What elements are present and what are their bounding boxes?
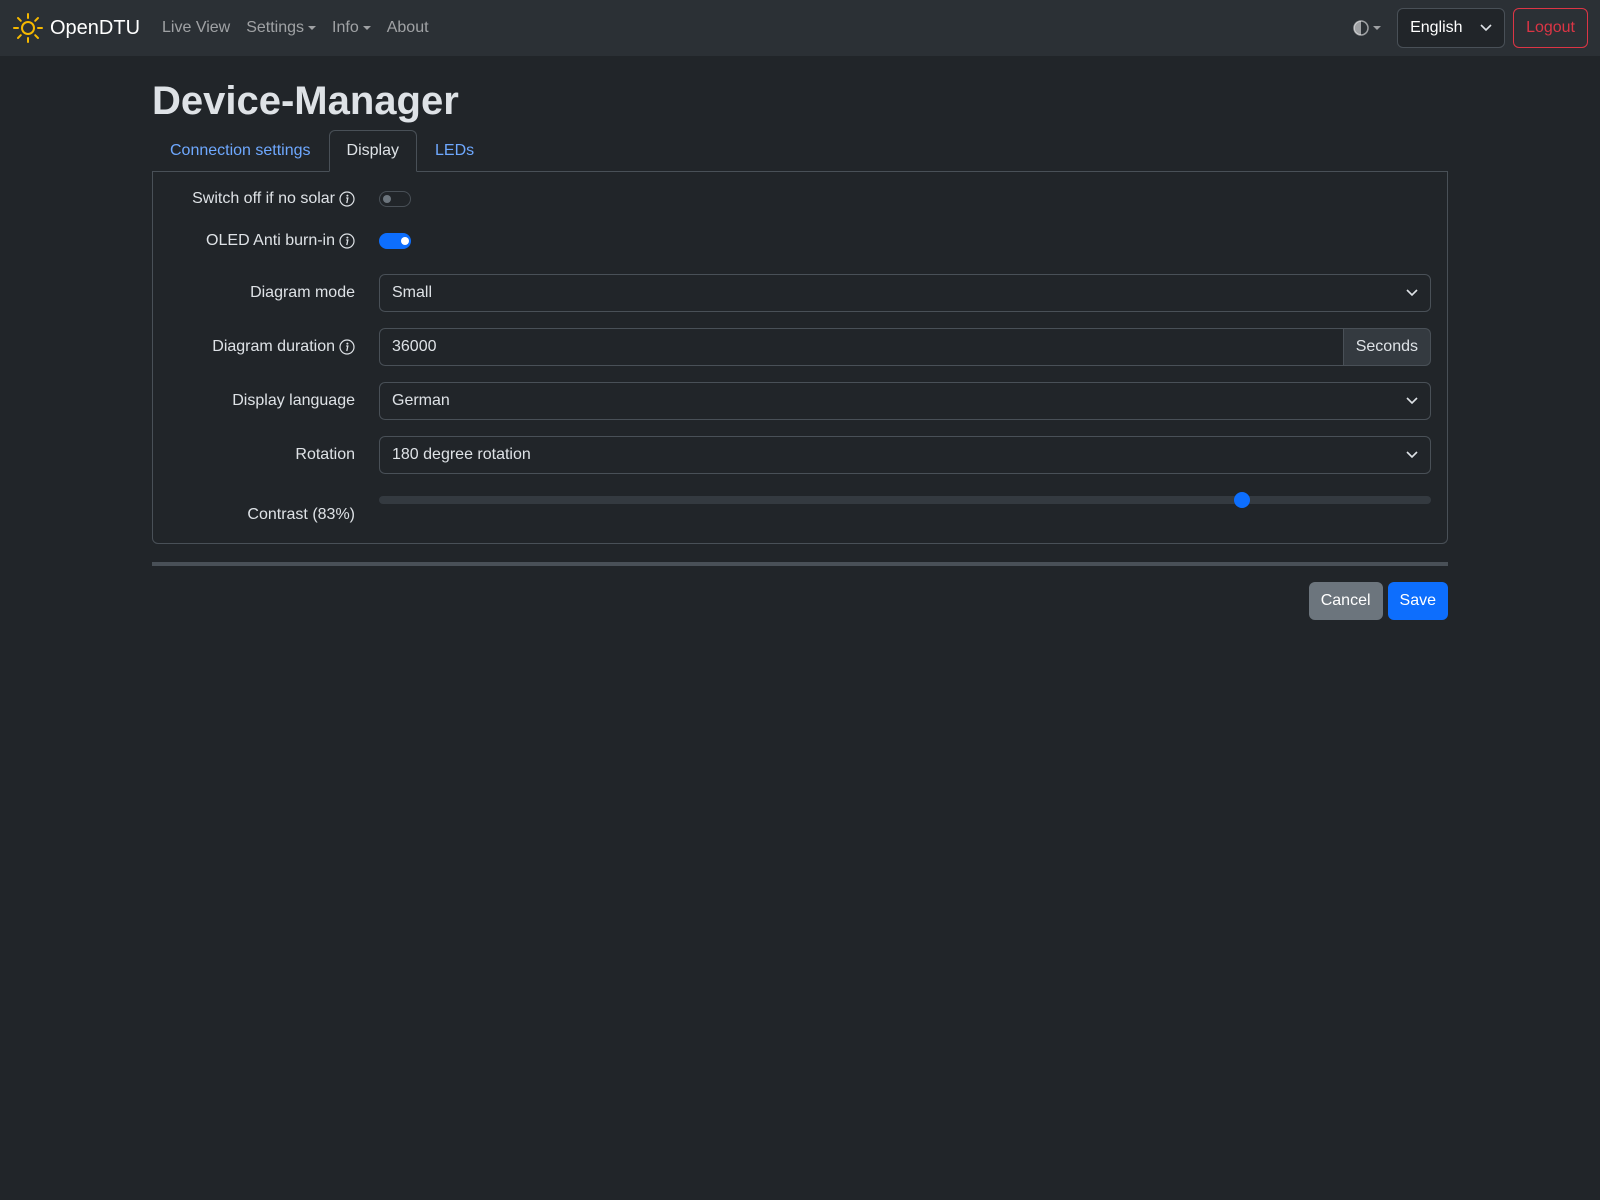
diagram-mode-field: Small bbox=[379, 274, 1431, 312]
nav-about-label: About bbox=[386, 19, 429, 36]
diagram-mode-label: Diagram mode bbox=[250, 284, 355, 301]
nav-settings-label: Settings bbox=[246, 19, 305, 36]
tab-connection-settings[interactable]: Connection settings bbox=[152, 130, 329, 171]
form-actions: Cancel Save bbox=[152, 582, 1448, 620]
nav-right: English Logout bbox=[1353, 8, 1588, 48]
display-language-field: German bbox=[379, 382, 1431, 420]
caret-down-icon bbox=[308, 26, 317, 30]
row-diagram-duration: Diagram duration 36000 Seconds bbox=[169, 328, 1431, 366]
diagram-mode-value: Small bbox=[392, 284, 433, 301]
caret-down-icon bbox=[362, 26, 371, 30]
diagram-duration-unit: Seconds bbox=[1343, 328, 1431, 366]
oled-anti-burn-in-toggle[interactable] bbox=[379, 233, 411, 249]
logout-button[interactable]: Logout bbox=[1513, 8, 1588, 48]
slider-track bbox=[379, 496, 1431, 504]
rotation-select[interactable]: 180 degree rotation bbox=[379, 436, 1431, 474]
diagram-mode-label-wrap: Diagram mode bbox=[169, 284, 379, 302]
nav-live-view-label: Live View bbox=[162, 19, 231, 36]
slider-thumb[interactable] bbox=[1233, 492, 1250, 508]
nav-info-label: Info bbox=[332, 19, 359, 36]
display-settings-panel: Switch off if no solar OLED Anti burn-in bbox=[152, 172, 1448, 544]
row-anti-burn: OLED Anti burn-in bbox=[169, 226, 1431, 256]
nav-about[interactable]: About bbox=[379, 11, 437, 45]
tab-leds[interactable]: LEDs bbox=[417, 130, 492, 171]
theme-toggle[interactable] bbox=[1353, 20, 1382, 36]
caret-down-icon bbox=[1373, 26, 1382, 30]
nav-settings[interactable]: Settings bbox=[238, 11, 324, 45]
display-language-label: Display language bbox=[232, 392, 355, 409]
half-circle-icon bbox=[1353, 20, 1369, 36]
sun-icon bbox=[13, 13, 43, 43]
diagram-duration-input[interactable]: 36000 bbox=[379, 328, 1344, 366]
row-switch-off: Switch off if no solar bbox=[169, 184, 1431, 214]
main-container: Device-Manager Connection settings Displ… bbox=[152, 56, 1448, 620]
page-title: Device-Manager bbox=[152, 79, 459, 123]
switch-off-no-solar-toggle[interactable] bbox=[379, 191, 411, 207]
tab-display[interactable]: Display bbox=[328, 130, 417, 172]
language-select[interactable]: English bbox=[1397, 8, 1506, 48]
nav-live-view[interactable]: Live View bbox=[154, 11, 238, 45]
diagram-duration-field: 36000 Seconds bbox=[379, 328, 1431, 366]
contrast-label-wrap: Contrast (83%) bbox=[169, 506, 379, 528]
row-contrast: Contrast (83%) bbox=[169, 490, 1431, 528]
tab-bar: Connection settings Display LEDs bbox=[152, 130, 1448, 172]
brand-name: OpenDTU bbox=[50, 16, 141, 39]
display-language-select[interactable]: German bbox=[379, 382, 1431, 420]
toggle-knob bbox=[401, 237, 409, 245]
switch-off-label-wrap: Switch off if no solar bbox=[169, 190, 379, 208]
nav-info[interactable]: Info bbox=[324, 11, 379, 45]
rotation-label: Rotation bbox=[295, 446, 355, 463]
rotation-value: 180 degree rotation bbox=[392, 446, 531, 463]
anti-burn-label: OLED Anti burn-in bbox=[206, 232, 335, 249]
contrast-slider[interactable] bbox=[379, 490, 1431, 510]
row-rotation: Rotation 180 degree rotation bbox=[169, 436, 1431, 474]
contrast-label: Contrast (83%) bbox=[247, 506, 355, 523]
divider bbox=[152, 562, 1448, 566]
diagram-duration-label-wrap: Diagram duration bbox=[169, 338, 379, 356]
cancel-button[interactable]: Cancel bbox=[1308, 582, 1383, 620]
rotation-field: 180 degree rotation bbox=[379, 436, 1431, 474]
chevron-down-icon bbox=[1406, 451, 1418, 459]
display-language-value: German bbox=[392, 392, 450, 409]
row-display-language: Display language German bbox=[169, 382, 1431, 420]
rotation-label-wrap: Rotation bbox=[169, 446, 379, 464]
display-language-label-wrap: Display language bbox=[169, 392, 379, 410]
diagram-duration-value: 36000 bbox=[392, 338, 437, 355]
save-button[interactable]: Save bbox=[1387, 582, 1448, 620]
chevron-down-icon bbox=[1480, 24, 1492, 32]
contrast-field bbox=[379, 490, 1431, 510]
switch-off-label: Switch off if no solar bbox=[192, 190, 335, 207]
anti-burn-label-wrap: OLED Anti burn-in bbox=[169, 232, 379, 250]
diagram-duration-label: Diagram duration bbox=[212, 338, 335, 355]
info-icon[interactable] bbox=[339, 191, 355, 207]
brand[interactable]: OpenDTU bbox=[12, 12, 140, 44]
row-diagram-mode: Diagram mode Small bbox=[169, 274, 1431, 312]
chevron-down-icon bbox=[1406, 289, 1418, 297]
anti-burn-field bbox=[379, 233, 1431, 249]
navbar: OpenDTU Live View Settings Info About En… bbox=[0, 0, 1600, 56]
toggle-knob bbox=[383, 195, 391, 203]
diagram-mode-select[interactable]: Small bbox=[379, 274, 1431, 312]
info-icon[interactable] bbox=[339, 233, 355, 249]
language-select-value: English bbox=[1410, 19, 1463, 36]
info-icon[interactable] bbox=[339, 339, 355, 355]
chevron-down-icon bbox=[1406, 397, 1418, 405]
switch-off-field bbox=[379, 191, 1431, 207]
